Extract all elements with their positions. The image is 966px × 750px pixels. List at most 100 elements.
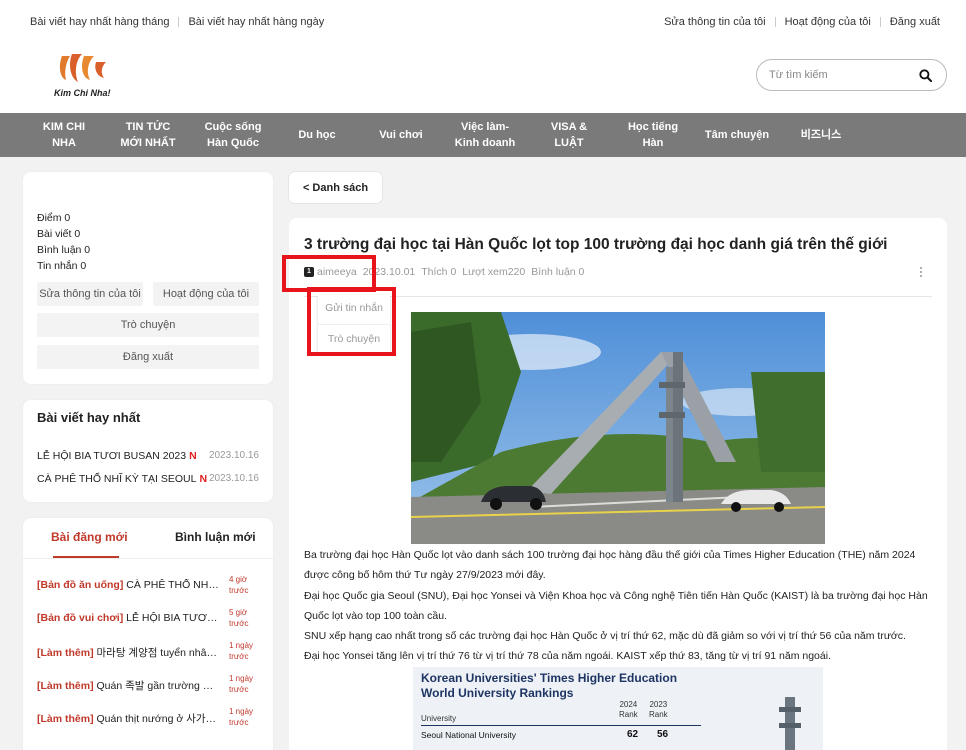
ranking-row-2023: 56: [657, 729, 669, 740]
nav-learn-korean[interactable]: Học tiếng Hàn: [616, 113, 690, 157]
post-title[interactable]: CÀ PHÊ THỔ NHĨ KỲ TẠI SEOUL: [37, 473, 196, 485]
post-title[interactable]: Quán 족발 gần trường Đại học: [94, 680, 220, 692]
col-2024: 2024 Rank: [619, 700, 638, 719]
search-box[interactable]: [756, 59, 947, 91]
edit-info-button[interactable]: Sửa thông tin của tôi: [37, 282, 143, 306]
post-category: [Làm thêm]: [37, 647, 94, 659]
paragraph: Đại học Quốc gia Seoul (SNU), Đại học Yo…: [304, 589, 928, 622]
post-title[interactable]: 마라탕 계양점 tuyển nhân viên: [94, 647, 220, 659]
ranking-image: Korean Universities' Times Higher Educat…: [413, 667, 823, 750]
divider: [23, 558, 273, 559]
nav-jobs-business[interactable]: Việc làm- Kinh doanh: [446, 113, 524, 157]
top-links: Bài viết hay nhất hàng tháng Bài viết ha…: [30, 16, 940, 32]
nav-business[interactable]: 비즈니스: [786, 113, 856, 157]
daily-best-link[interactable]: Bài viết hay nhất hàng ngày: [188, 16, 324, 28]
paragraph: Ba trường đại học Hàn Quốc lọt vào danh …: [304, 549, 916, 582]
ranking-title: Korean Universities' Times Higher Educat…: [421, 671, 677, 701]
main-nav: KIM CHI NHA TIN TỨC MỚI NHẤT Cuộc sống H…: [0, 113, 966, 157]
chat-item[interactable]: Trò chuyện: [318, 326, 390, 352]
post-date: 2023.10.16: [208, 473, 259, 484]
back-to-list-button[interactable]: < Danh sách: [289, 172, 382, 203]
post-title[interactable]: Quán thịt nướng ở 사가정역: [94, 713, 220, 725]
col-2023: 2023 Rank: [649, 700, 668, 719]
post-date: 2023.10.01: [362, 266, 416, 278]
list-item[interactable]: CÀ PHÊ THỔ NHĨ KỲ TẠI SEOUL N 2023.10.16: [37, 473, 259, 487]
divider: [318, 324, 390, 325]
send-message-item[interactable]: Gửi tin nhắn: [318, 295, 390, 321]
views-count: Lượt xem220: [462, 266, 526, 278]
article-body: Ba trường đại học Hàn Quốc lọt vào danh …: [304, 545, 934, 667]
logo-mark-icon: [59, 54, 106, 82]
post-date: 2023.10.16: [208, 450, 259, 461]
post-category: [Bản đồ ăn uống]: [37, 579, 124, 591]
logo-text: Kim Chi Nha!: [54, 88, 111, 98]
post-category: [Làm thêm]: [37, 680, 94, 692]
logout-link[interactable]: Đăng xuất: [890, 16, 940, 28]
list-item[interactable]: [Làm thêm] Quán 족발 gần trường Đại học 1 …: [37, 673, 265, 697]
post-time: 1 ngày trước: [229, 674, 254, 694]
tab-new-posts[interactable]: Bài đăng mới: [51, 530, 128, 544]
my-activity-button[interactable]: Hoạt động của tôi: [153, 282, 259, 306]
search-input[interactable]: [769, 67, 909, 83]
comments-count: Bình luận 0: [531, 266, 585, 278]
divider: [774, 17, 776, 27]
post-title[interactable]: LỄ HỘI BIA TƯƠI BUSAN 2023: [37, 450, 186, 462]
gate-thumbnail-icon: [779, 697, 801, 750]
divider: [421, 725, 701, 726]
post-time: 1 ngày trước: [229, 707, 254, 727]
nav-korean-life[interactable]: Cuộc sống Hàn Quốc: [194, 113, 272, 157]
nav-stories[interactable]: Tâm chuyện: [698, 113, 776, 157]
nav-visa-law[interactable]: VISA & LUẬT: [536, 113, 602, 157]
ranking-row-name: Seoul National University: [421, 730, 516, 740]
list-item[interactable]: [Bản đồ vui chơi] LỄ HỘI BIA TƯƠI BUSAN …: [37, 607, 265, 631]
article-meta: 1 aimeeya 2023.10.01 Thích 0 Lượt xem220…: [304, 266, 590, 278]
post-title[interactable]: LỄ HỘI BIA TƯƠI BUSAN 2023: [123, 612, 219, 624]
post-time: 4 giờ trước: [229, 575, 249, 595]
divider: [178, 17, 180, 27]
profile-stats: Điểm 0 Bài viết 0 Bình luận 0 Tin nhắn 0: [37, 210, 90, 274]
best-posts-title: Bài viết hay nhất: [37, 410, 141, 425]
likes-count: Thích 0: [421, 266, 457, 278]
paragraph: SNU xếp hạng cao nhất trong số các trườn…: [304, 630, 906, 643]
article-title: 3 trường đại học tại Hàn Quốc lọt top 10…: [304, 236, 888, 253]
new-badge: N: [199, 473, 208, 485]
author-name[interactable]: aimeeya: [317, 266, 357, 278]
posts-stat: Bài viết 0: [37, 228, 81, 240]
list-item[interactable]: [Làm thêm] 마라탕 계양점 tuyển nhân viên 1 ngà…: [37, 640, 265, 664]
col-university: University: [421, 714, 457, 723]
profile-card: Điểm 0 Bài viết 0 Bình luận 0 Tin nhắn 0…: [23, 172, 273, 384]
nav-kim-chi-nha[interactable]: KIM CHI NHA: [28, 113, 100, 157]
post-title[interactable]: CÀ PHÊ THỔ NHĨ KỲ TẠI SEOUL: [123, 579, 219, 591]
nav-latest-news[interactable]: TIN TỨC MỚI NHẤT: [110, 113, 186, 157]
nav-study-abroad[interactable]: Du học: [286, 113, 348, 157]
site-logo[interactable]: Kim Chi Nha!: [52, 48, 122, 102]
list-item[interactable]: LỄ HỘI BIA TƯƠI BUSAN 2023 N 2023.10.16: [37, 450, 259, 464]
comments-stat: Bình luận 0: [37, 244, 91, 256]
ranking-title-line1: Korean Universities' Times Higher Educat…: [421, 671, 678, 685]
author-menu: Gửi tin nhắn Trò chuyện: [318, 295, 390, 353]
article-photo: [411, 312, 825, 544]
new-badge: N: [189, 450, 197, 462]
paragraph: Đại học Yonsei tăng lên vị trí thứ 76 từ…: [304, 650, 831, 663]
list-item[interactable]: [Bản đồ ăn uống] CÀ PHÊ THỔ NHĨ KỲ TẠI S…: [37, 574, 265, 598]
messages-stat[interactable]: Tin nhắn 0: [37, 258, 90, 274]
my-activity-link[interactable]: Hoạt động của tôi: [785, 16, 871, 28]
tab-new-comments[interactable]: Bình luận mới: [175, 530, 256, 544]
university-gate-image: [411, 312, 825, 544]
level-badge: 1: [304, 267, 314, 277]
points-stat: Điểm 0: [37, 212, 71, 224]
edit-profile-link[interactable]: Sửa thông tin của tôi: [664, 16, 766, 28]
post-time: 5 giờ trước: [229, 608, 249, 628]
monthly-best-link[interactable]: Bài viết hay nhất hàng tháng: [30, 16, 169, 28]
best-posts-card: Bài viết hay nhất LỄ HỘI BIA TƯƠI BUSAN …: [23, 400, 273, 502]
post-category: [Làm thêm]: [37, 713, 94, 725]
list-item[interactable]: [Làm thêm] Quán thịt nướng ở 사가정역 1 ngày…: [37, 706, 265, 730]
divider: [304, 296, 932, 297]
post-time: 1 ngày trước: [229, 641, 254, 661]
logout-button[interactable]: Đăng xuất: [37, 345, 259, 369]
nav-entertainment[interactable]: Vui chơi: [366, 113, 436, 157]
search-icon[interactable]: [919, 69, 932, 82]
chat-button[interactable]: Trò chuyện: [37, 313, 259, 337]
ranking-title-line2: World University Rankings: [421, 686, 574, 700]
more-options-icon[interactable]: [919, 266, 923, 278]
